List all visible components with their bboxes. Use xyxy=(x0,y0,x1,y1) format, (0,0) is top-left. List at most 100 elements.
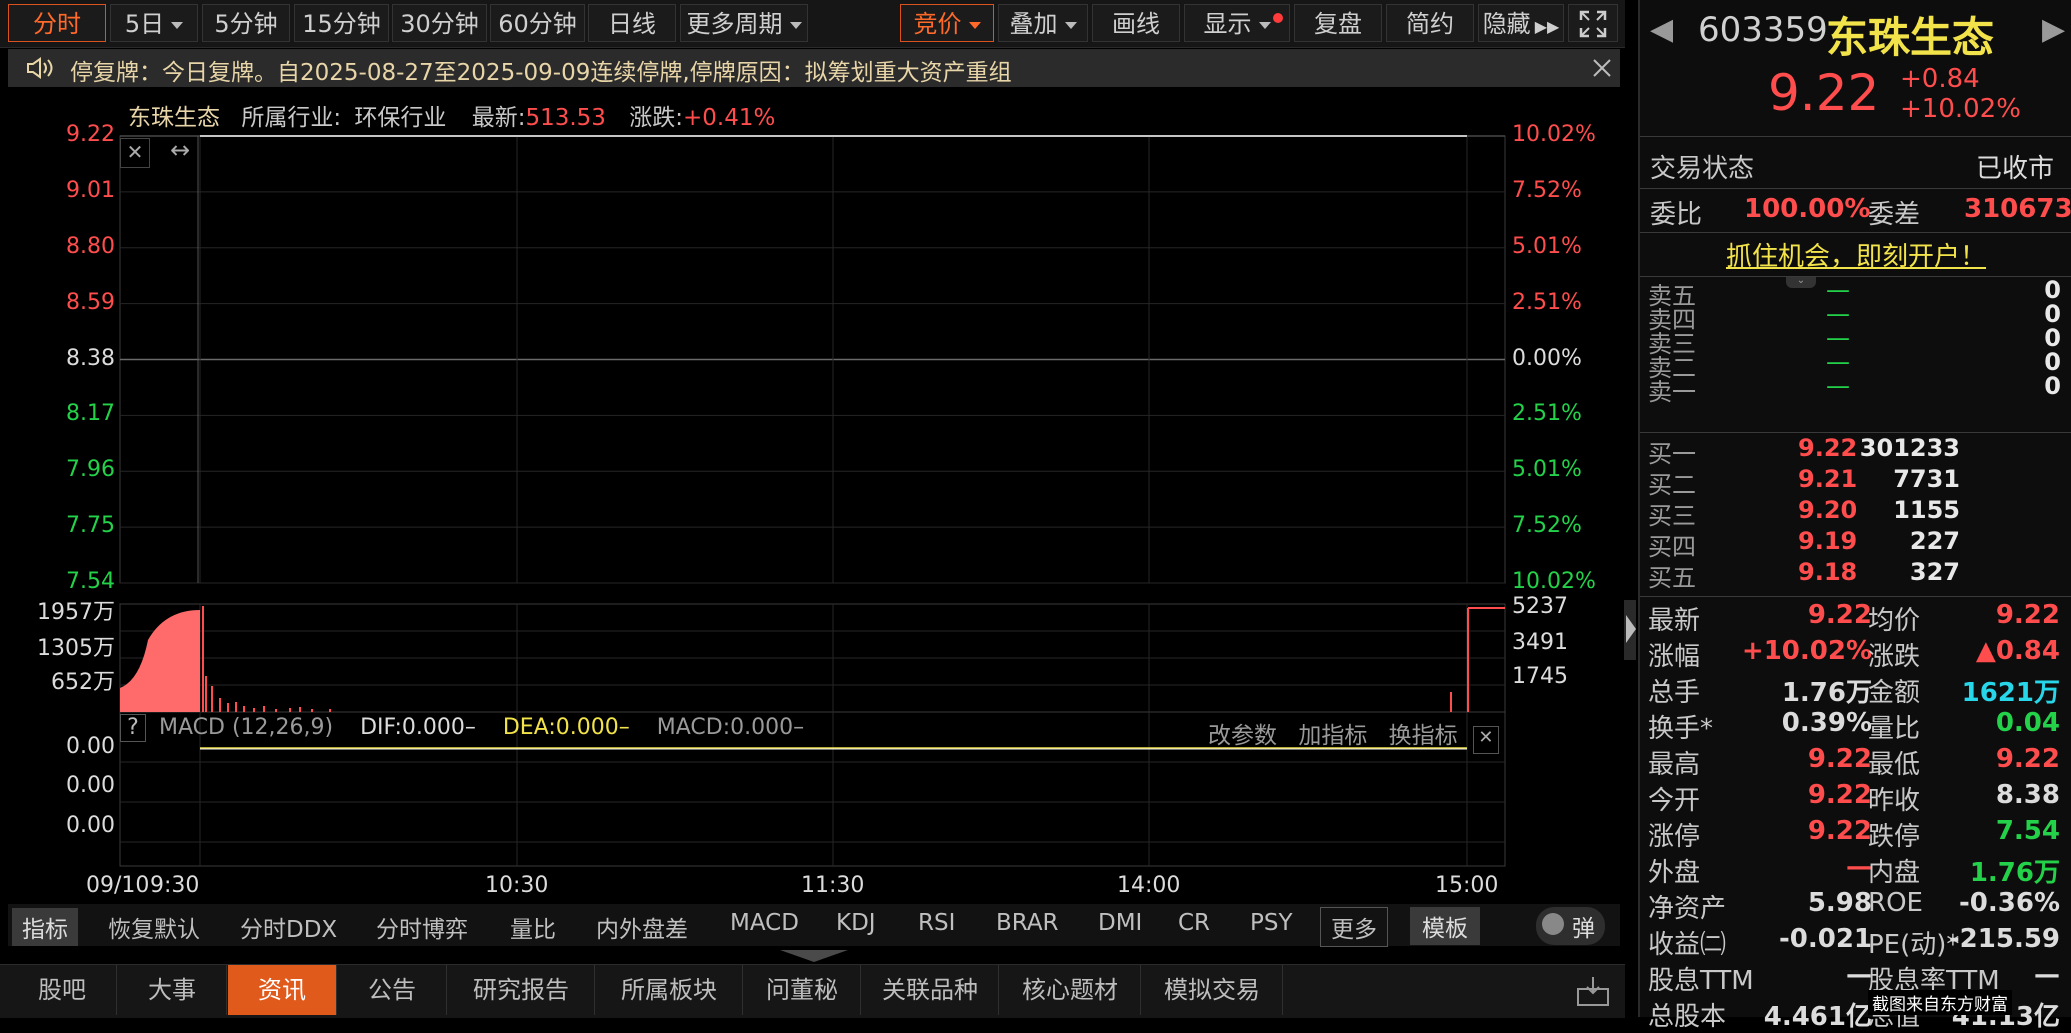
add-indicator-button[interactable]: 加指标 xyxy=(1298,723,1367,749)
more-indicators-button[interactable]: 更多 xyxy=(1320,907,1388,947)
stat-value: +10.02% xyxy=(1741,636,1872,666)
indicator-in-out-diff[interactable]: 内外盘差 xyxy=(596,910,688,944)
price-tick-label: 8.80 xyxy=(66,233,115,259)
stat-value: — xyxy=(2034,960,2060,990)
restore-default-button[interactable]: 恢复默认 xyxy=(108,910,200,944)
indicator-cr[interactable]: CR xyxy=(1178,910,1210,936)
tab-news[interactable]: 资讯 xyxy=(228,965,337,1015)
bid-volume: 227 xyxy=(1909,527,1960,555)
chart-close-icon[interactable]: ✕ xyxy=(120,138,150,168)
tab-ask-secretary[interactable]: 问董秘 xyxy=(744,965,861,1015)
indicator-bar: 指标 恢复默认 分时DDX 分时博弈 量比 内外盘差 MACD KDJ RSI … xyxy=(8,904,1620,947)
prev-stock-icon[interactable]: ◀ xyxy=(1650,12,1673,47)
toggle-knob-icon xyxy=(1542,913,1564,935)
dea-value: DEA:0.000– xyxy=(502,715,630,740)
bid-volume: 301233 xyxy=(1859,434,1960,462)
tab-sectors[interactable]: 所属板块 xyxy=(596,965,743,1015)
indicator-volume-ratio[interactable]: 量比 xyxy=(510,910,556,944)
stat-value: ▲0.84 xyxy=(1975,636,2060,666)
bid-volume: 7731 xyxy=(1893,465,1960,493)
indicator-kdj[interactable]: KDJ xyxy=(836,910,876,936)
stat-value: 9.22 xyxy=(1807,600,1872,630)
tab-related[interactable]: 关联品种 xyxy=(862,965,999,1015)
template-button[interactable]: 模板 xyxy=(1410,907,1480,945)
time-axis-label: 15:00 xyxy=(1435,873,1499,898)
price-tick-label: 8.17 xyxy=(66,401,115,427)
stat-value: 1621万 xyxy=(1961,678,2060,708)
stat-label: 总手 xyxy=(1648,678,1701,708)
tab-announcements[interactable]: 公告 xyxy=(338,965,447,1015)
pct-tick-label: 10.02% xyxy=(1512,569,1596,594)
open-account-link[interactable]: 抓住机会，即刻开户！ xyxy=(1726,236,1986,273)
download-icon[interactable] xyxy=(1576,975,1610,1007)
close-indicator-icon[interactable]: ✕ xyxy=(1472,726,1499,754)
ask-price[interactable]: — xyxy=(1826,372,1850,400)
stat-value: 8.38 xyxy=(1995,780,2060,810)
ask-level-label: 卖一 xyxy=(1648,378,1696,406)
stat-value: 0.04 xyxy=(1995,708,2060,738)
bid-volume: 327 xyxy=(1909,558,1960,586)
volume-tick-label: 1957万 xyxy=(37,600,115,625)
indicator-actions: 改参数 加指标 换指标 ✕ xyxy=(1208,716,1499,754)
help-icon[interactable]: ? xyxy=(120,714,146,742)
dif-value: DIF:0.000– xyxy=(360,715,476,740)
stat-value: 4.461亿 xyxy=(1763,1002,1872,1032)
volume-count-tick-label: 1745 xyxy=(1512,664,1568,689)
stat-value: -0.36% xyxy=(1959,888,2060,918)
tab-sim-trading[interactable]: 模拟交易 xyxy=(1142,965,1283,1015)
weicha-label: 委差 xyxy=(1868,200,1921,230)
chart-marks xyxy=(120,135,1505,750)
indicator-psy[interactable]: PSY xyxy=(1250,910,1293,936)
price-tick-label: 7.75 xyxy=(66,513,115,539)
stat-value: 1.76万 xyxy=(1781,678,1872,708)
pct-tick-label: 7.52% xyxy=(1512,513,1582,539)
stat-label: 涨幅 xyxy=(1648,642,1701,672)
price-change: +0.84 xyxy=(1900,64,1980,94)
macd-tick-label: 0.00 xyxy=(66,813,115,838)
popup-toggle[interactable]: 弹 xyxy=(1536,907,1605,945)
horizontal-resize-icon[interactable]: ↔ xyxy=(170,136,190,164)
indicator-rsi[interactable]: RSI xyxy=(918,910,955,936)
stat-value: — xyxy=(1846,852,1872,882)
price-tick-label: 8.38 xyxy=(66,345,115,371)
stat-value: 7.54 xyxy=(1995,816,2060,846)
next-stock-icon[interactable]: ▶ xyxy=(2042,12,2065,47)
intraday-chart[interactable] xyxy=(0,0,1625,960)
stat-label: 最新 xyxy=(1648,606,1701,636)
indicator-menu-button[interactable]: 指标 xyxy=(12,908,78,946)
stat-value: -215.59 xyxy=(1948,924,2060,954)
time-axis-label: 9:30 xyxy=(150,873,200,898)
stat-value: 9.22 xyxy=(1807,816,1872,846)
divider xyxy=(1640,232,2071,233)
volume-count-tick-label: 5237 xyxy=(1512,594,1568,619)
pct-tick-label: 2.51% xyxy=(1512,401,1582,427)
ask-volume: 0 xyxy=(2044,372,2061,400)
change-params-button[interactable]: 改参数 xyxy=(1208,723,1277,749)
pct-tick-label: 5.01% xyxy=(1512,233,1582,259)
indicator-ddx[interactable]: 分时DDX xyxy=(240,910,337,944)
watermark-text: 截图来自东方财富 xyxy=(1868,990,2012,1015)
indicator-dmi[interactable]: DMI xyxy=(1098,910,1142,936)
tab-research[interactable]: 研究报告 xyxy=(448,965,595,1015)
indicator-brar[interactable]: BRAR xyxy=(996,910,1059,936)
weicha-value: 310673 xyxy=(1964,194,2071,224)
tab-core-themes[interactable]: 核心题材 xyxy=(1000,965,1141,1015)
macd-indicator-name: MACD (12,26,9) xyxy=(159,715,334,740)
weibi-value: 100.00% xyxy=(1744,194,1871,224)
stat-value: 9.22 xyxy=(1807,744,1872,774)
pct-tick-label: 7.52% xyxy=(1512,177,1582,203)
indicator-macd[interactable]: MACD xyxy=(730,910,799,936)
price-tick-label: 8.59 xyxy=(66,289,115,315)
price-tick-label: 9.01 xyxy=(66,177,115,203)
price-tick-label: 7.54 xyxy=(66,569,115,594)
tab-guba[interactable]: 股吧 xyxy=(8,965,117,1015)
tab-events[interactable]: 大事 xyxy=(118,965,227,1015)
bid-level-label: 买一 xyxy=(1648,440,1696,468)
switch-indicator-button[interactable]: 换指标 xyxy=(1389,723,1458,749)
chevron-down-icon[interactable]: ⌄ xyxy=(1786,276,1816,288)
stat-label: 最高 xyxy=(1648,750,1701,780)
indicator-game[interactable]: 分时博弈 xyxy=(376,910,468,944)
trade-status-value: 已收市 xyxy=(1976,154,2055,184)
stat-value: 5.98 xyxy=(1807,888,1872,918)
bid-level-label: 买四 xyxy=(1648,533,1696,561)
